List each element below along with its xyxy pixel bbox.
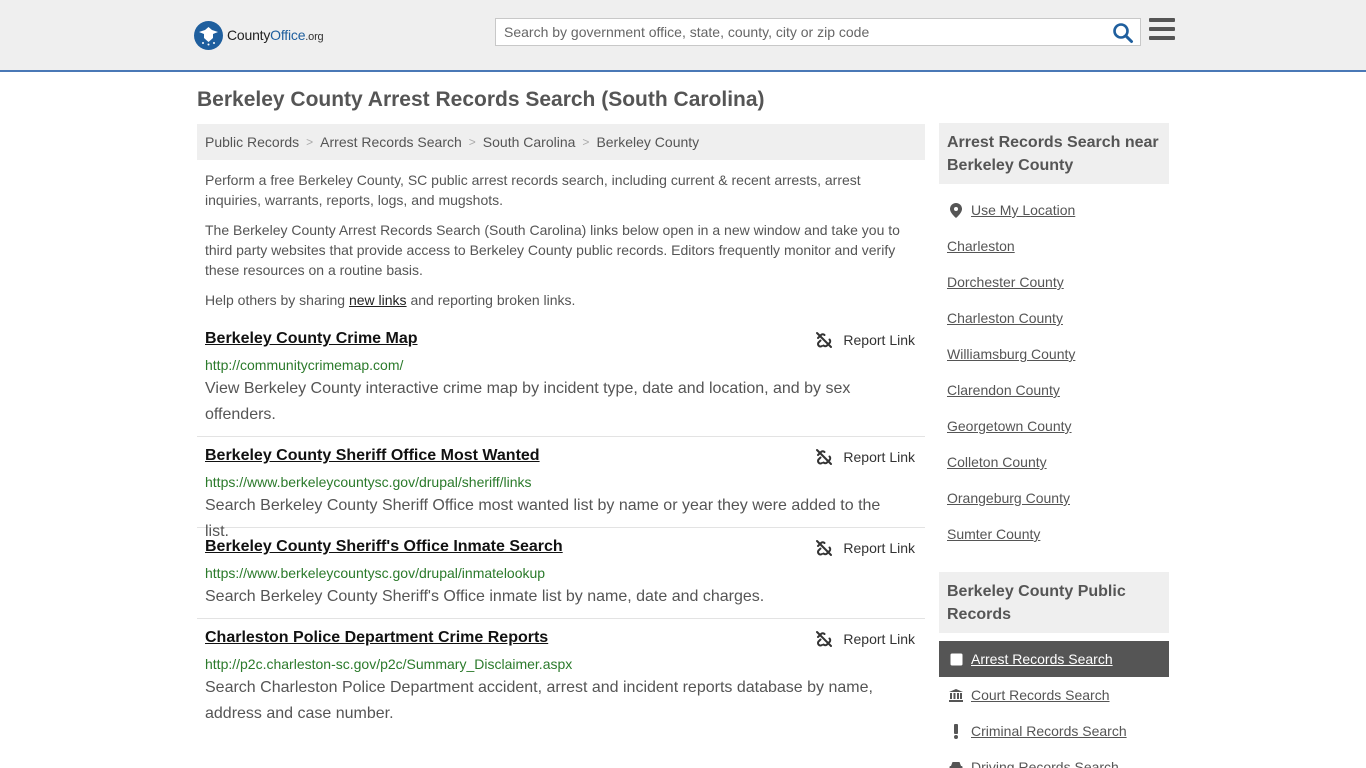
nearby-link-orangeburg-county[interactable]: Orangeburg County bbox=[947, 490, 1070, 506]
nearby-link-sumter-county[interactable]: Sumter County bbox=[947, 526, 1040, 542]
use-my-location-link[interactable]: Use My Location bbox=[971, 202, 1075, 218]
result-title-link[interactable]: Charleston Police Department Crime Repor… bbox=[205, 629, 548, 647]
logo-text: CountyOffice.org bbox=[227, 27, 324, 43]
sidebar-nearby-heading: Arrest Records Search near Berkeley Coun… bbox=[939, 123, 1169, 184]
use-location-item: Use My Location bbox=[939, 192, 1169, 228]
result-description: Search Charleston Police Department acci… bbox=[205, 679, 873, 722]
result-item: Berkeley County Crime Map Report Link ht… bbox=[197, 330, 925, 437]
report-link-button[interactable]: Report Link bbox=[815, 630, 915, 648]
result-title-link[interactable]: Berkeley County Sheriff's Office Inmate … bbox=[205, 538, 563, 556]
breadcrumb-separator: > bbox=[468, 135, 476, 149]
car-icon bbox=[949, 760, 963, 768]
nearby-link-charleston[interactable]: Charleston bbox=[947, 238, 1015, 254]
hamburger-menu-icon[interactable] bbox=[1149, 18, 1175, 42]
result-title-link[interactable]: Berkeley County Crime Map bbox=[205, 330, 418, 348]
site-logo[interactable]: CountyOffice.org bbox=[194, 20, 324, 50]
result-url: http://p2c.charleston-sc.gov/p2c/Summary… bbox=[205, 656, 573, 672]
broken-link-icon bbox=[816, 540, 833, 556]
search-icon[interactable] bbox=[1112, 22, 1134, 44]
search-input[interactable] bbox=[496, 19, 1106, 45]
nearby-link-williamsburg-county[interactable]: Williamsburg County bbox=[947, 346, 1075, 362]
new-links-link[interactable]: new links bbox=[349, 292, 407, 308]
sidebar-item-driving-records-search[interactable]: Driving Records Search bbox=[939, 749, 1169, 768]
search-box bbox=[495, 18, 1141, 46]
result-url: http://communitycrimemap.com/ bbox=[205, 357, 404, 373]
sidebar-item-label[interactable]: Arrest Records Search bbox=[971, 651, 1113, 667]
help-paragraph: Help others by sharing new links and rep… bbox=[205, 292, 576, 308]
breadcrumb-separator: > bbox=[306, 135, 314, 149]
sidebar-public-records-heading: Berkeley County Public Records bbox=[939, 572, 1169, 633]
breadcrumb-berkeley-county[interactable]: Berkeley County bbox=[596, 134, 699, 150]
nearby-link-charleston-county[interactable]: Charleston County bbox=[947, 310, 1063, 326]
site-header: CountyOffice.org bbox=[0, 0, 1366, 72]
result-description: View Berkeley County interactive crime m… bbox=[205, 380, 851, 423]
exclamation-icon bbox=[949, 723, 963, 739]
sidebar-item-label[interactable]: Criminal Records Search bbox=[971, 723, 1127, 739]
broken-link-icon bbox=[816, 449, 833, 465]
nearby-link-georgetown-county[interactable]: Georgetown County bbox=[947, 418, 1072, 434]
result-item: Charleston Police Department Crime Repor… bbox=[197, 629, 925, 739]
logo-eagle-icon bbox=[194, 20, 223, 50]
nearby-link-clarendon-county[interactable]: Clarendon County bbox=[947, 382, 1060, 398]
breadcrumb-arrest-records-search[interactable]: Arrest Records Search bbox=[320, 134, 462, 150]
result-url: https://www.berkeleycountysc.gov/drupal/… bbox=[205, 474, 532, 490]
result-url: https://www.berkeleycountysc.gov/drupal/… bbox=[205, 565, 546, 581]
nearby-link-dorchester-county[interactable]: Dorchester County bbox=[947, 274, 1064, 290]
page-title: Berkeley County Arrest Records Search (S… bbox=[197, 88, 765, 111]
sidebar-item-criminal-records-search[interactable]: Criminal Records Search bbox=[939, 713, 1169, 749]
breadcrumb-south-carolina[interactable]: South Carolina bbox=[483, 134, 576, 150]
report-link-button[interactable]: Report Link bbox=[815, 331, 915, 349]
sidebar-item-arrest-records-search[interactable]: Arrest Records Search bbox=[939, 641, 1169, 677]
report-link-button[interactable]: Report Link bbox=[815, 539, 915, 557]
intro-paragraph: Perform a free Berkeley County, SC publi… bbox=[205, 172, 861, 208]
map-marker-icon bbox=[949, 202, 963, 218]
result-description: Search Berkeley County Sheriff's Office … bbox=[205, 588, 765, 605]
result-title-link[interactable]: Berkeley County Sheriff Office Most Want… bbox=[205, 447, 540, 465]
square-icon bbox=[949, 652, 963, 666]
breadcrumb-separator: > bbox=[582, 135, 590, 149]
result-item: Berkeley County Sheriff Office Most Want… bbox=[197, 447, 925, 540]
report-link-button[interactable]: Report Link bbox=[815, 448, 915, 466]
breadcrumb: Public Records > Arrest Records Search >… bbox=[197, 124, 925, 160]
result-item: Berkeley County Sheriff's Office Inmate … bbox=[197, 538, 925, 619]
sidebar-item-label[interactable]: Driving Records Search bbox=[971, 759, 1119, 768]
sidebar-item-label[interactable]: Court Records Search bbox=[971, 687, 1110, 703]
nearby-link-colleton-county[interactable]: Colleton County bbox=[947, 454, 1047, 470]
broken-link-icon bbox=[816, 332, 833, 348]
breadcrumb-public-records[interactable]: Public Records bbox=[205, 134, 299, 150]
disclaimer-paragraph: The Berkeley County Arrest Records Searc… bbox=[205, 222, 900, 278]
broken-link-icon bbox=[816, 631, 833, 647]
courthouse-icon bbox=[949, 688, 963, 702]
sidebar-item-court-records-search[interactable]: Court Records Search bbox=[939, 677, 1169, 713]
